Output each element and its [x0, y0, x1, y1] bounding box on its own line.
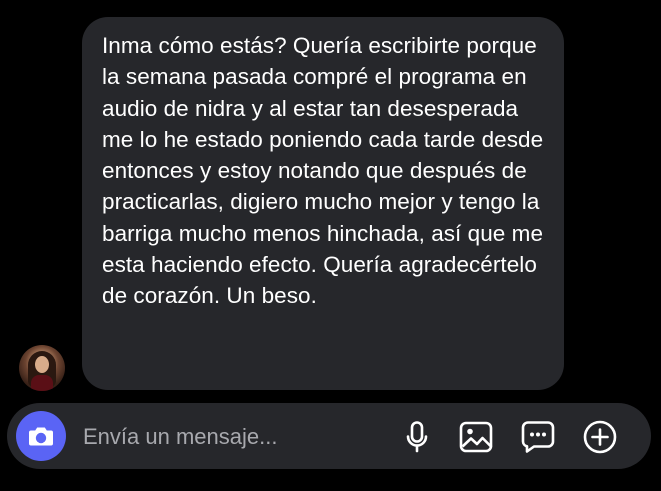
gallery-button[interactable]: [457, 418, 495, 456]
camera-icon: [29, 427, 53, 446]
message-text: Inma cómo estás? Quería escribirte porqu…: [102, 33, 544, 309]
incoming-message-row: Inma cómo estás? Quería escribirte porqu…: [0, 0, 661, 400]
microphone-icon: [406, 421, 428, 453]
microphone-button[interactable]: [398, 418, 436, 456]
sticker-icon: [521, 421, 555, 453]
camera-button[interactable]: [16, 411, 66, 461]
chat-thread: Inma cómo estás? Quería escribirte porqu…: [0, 0, 661, 400]
contact-avatar[interactable]: [19, 345, 65, 391]
message-bubble[interactable]: Inma cómo estás? Quería escribirte porqu…: [82, 17, 564, 390]
avatar-face: [35, 356, 49, 373]
more-button[interactable]: [581, 418, 619, 456]
plus-circle-icon: [583, 420, 617, 454]
message-composer: [7, 403, 651, 469]
sticker-button[interactable]: [519, 418, 557, 456]
message-input[interactable]: [83, 422, 383, 452]
image-icon: [459, 421, 493, 453]
avatar-clothing: [31, 375, 53, 391]
